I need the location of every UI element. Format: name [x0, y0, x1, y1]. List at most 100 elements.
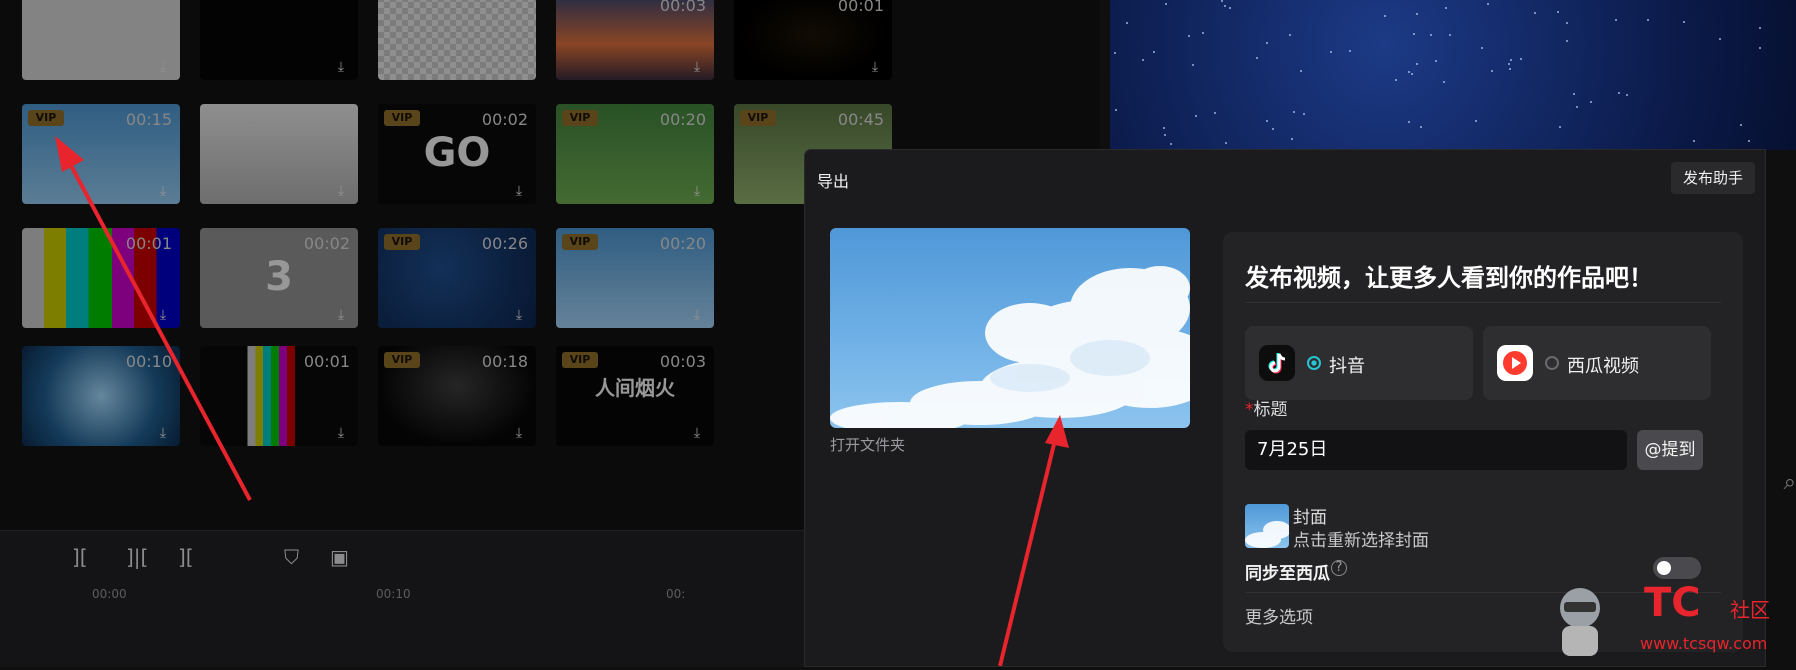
star-dot: [1693, 140, 1695, 142]
radio-xigua[interactable]: [1545, 356, 1559, 370]
star-dot: [1719, 38, 1721, 40]
open-folder-link[interactable]: 打开文件夹: [830, 434, 905, 455]
title-input[interactable]: 7月25日: [1245, 430, 1627, 470]
star-dot: [1413, 33, 1415, 35]
star-dot: [1192, 64, 1194, 66]
star-dot: [1266, 120, 1268, 122]
watermark-brand: TC: [1644, 580, 1701, 626]
star-dot: [1202, 32, 1204, 34]
star-dot: [1683, 21, 1685, 23]
radio-douyin[interactable]: [1307, 356, 1321, 370]
split-left-icon[interactable]: ][: [72, 545, 88, 569]
cover-label: 封面: [1293, 508, 1327, 528]
star-dot: [1618, 92, 1620, 94]
star-dot: [1759, 27, 1761, 29]
xigua-logo-icon: [1497, 345, 1533, 381]
cover-thumbnail[interactable]: [1245, 504, 1289, 548]
star-dot: [1408, 121, 1410, 123]
star-dot: [1163, 127, 1165, 129]
star-dot: [1449, 34, 1451, 36]
help-icon[interactable]: ?: [1331, 560, 1347, 576]
platform-label: 西瓜视频: [1567, 356, 1639, 377]
star-dot: [1626, 94, 1628, 96]
star-dot: [1566, 22, 1568, 24]
title-label: *标题: [1245, 400, 1288, 420]
platform-label: 抖音: [1329, 356, 1365, 377]
star-dot: [1256, 57, 1258, 59]
star-dot: [1416, 63, 1418, 65]
zoom-icon[interactable]: ⌕: [1784, 470, 1796, 495]
watermark-url: www.tcsqw.com: [1640, 634, 1768, 653]
star-dot: [1408, 71, 1410, 73]
star-dot: [1221, 0, 1223, 2]
star-dot: [1445, 7, 1447, 9]
star-dot: [1559, 126, 1561, 128]
timeline-tick: 00:: [666, 587, 686, 601]
star-dot: [1615, 19, 1617, 21]
star-dot: [1481, 47, 1483, 49]
split-icon[interactable]: ]|[: [126, 545, 148, 569]
star-dot: [1153, 51, 1155, 53]
star-dot: [1349, 50, 1351, 52]
star-dot: [1300, 70, 1302, 72]
timeline-tick: 00:10: [376, 587, 411, 601]
star-dot: [1759, 47, 1761, 49]
star-dot: [1475, 120, 1477, 122]
mention-button[interactable]: @提到: [1637, 430, 1703, 470]
publish-assistant-button[interactable]: 发布助手: [1670, 162, 1755, 194]
star-dot: [1509, 68, 1511, 70]
image-edit-icon[interactable]: ▣: [330, 545, 349, 569]
clouds-image: [830, 266, 1190, 428]
star-dot: [1534, 12, 1536, 14]
shield-icon[interactable]: ⛉: [284, 545, 299, 569]
star-dot: [1303, 113, 1305, 115]
player-preview: [1110, 0, 1796, 150]
publish-headline: 发布视频，让更多人看到你的作品吧！: [1245, 264, 1653, 292]
star-dot: [1293, 111, 1295, 113]
star-dot: [1272, 128, 1274, 130]
douyin-logo-icon: [1259, 345, 1295, 381]
timeline-panel: ][ ]|[ ][ ⛉ ▣ 00:00 00:10 00:: [0, 530, 805, 667]
star-dot: [1224, 5, 1226, 7]
star-dot: [1170, 143, 1172, 145]
star-dot: [1420, 126, 1422, 128]
star-dot: [1195, 115, 1197, 117]
split-right-icon[interactable]: ][: [178, 545, 194, 569]
star-dot: [1443, 81, 1445, 83]
more-options[interactable]: 更多选项: [1245, 603, 1313, 628]
star-dot: [1142, 59, 1144, 61]
star-dot: [1115, 109, 1117, 111]
star-dot: [1164, 134, 1166, 136]
site-watermark: TC 社区 www.tcsqw.com: [1540, 568, 1796, 666]
star-dot: [1557, 11, 1559, 13]
star-dot: [1508, 63, 1510, 65]
sync-label: 同步至西瓜: [1245, 564, 1330, 584]
star-dot: [1435, 60, 1437, 62]
star-dot: [1330, 51, 1332, 53]
star-dot: [1573, 93, 1575, 95]
star-dot: [1520, 58, 1522, 60]
star-dot: [1395, 79, 1397, 81]
watermark-community: 社区: [1730, 598, 1770, 622]
star-dot: [1225, 142, 1227, 144]
star-dot: [1740, 124, 1742, 126]
star-dot: [1416, 13, 1418, 15]
star-dot: [1748, 140, 1750, 142]
star-dot: [1411, 73, 1413, 75]
star-dot: [1566, 40, 1568, 42]
dialog-title: 导出: [817, 172, 850, 191]
cover-hint[interactable]: 点击重新选择封面: [1293, 526, 1429, 551]
star-dot: [1491, 70, 1493, 72]
star-dot: [1188, 35, 1190, 37]
export-preview-image: [830, 228, 1190, 428]
star-dot: [1487, 3, 1489, 5]
star-dot: [1214, 112, 1216, 114]
star-dot: [1647, 19, 1649, 21]
star-dot: [1291, 138, 1293, 140]
star-dot: [1590, 101, 1592, 103]
star-dot: [1114, 52, 1116, 54]
platform-xigua[interactable]: 西瓜视频: [1483, 326, 1711, 400]
star-dot: [1510, 59, 1512, 61]
platform-douyin[interactable]: 抖音: [1245, 326, 1473, 400]
star-dot: [1229, 7, 1231, 9]
